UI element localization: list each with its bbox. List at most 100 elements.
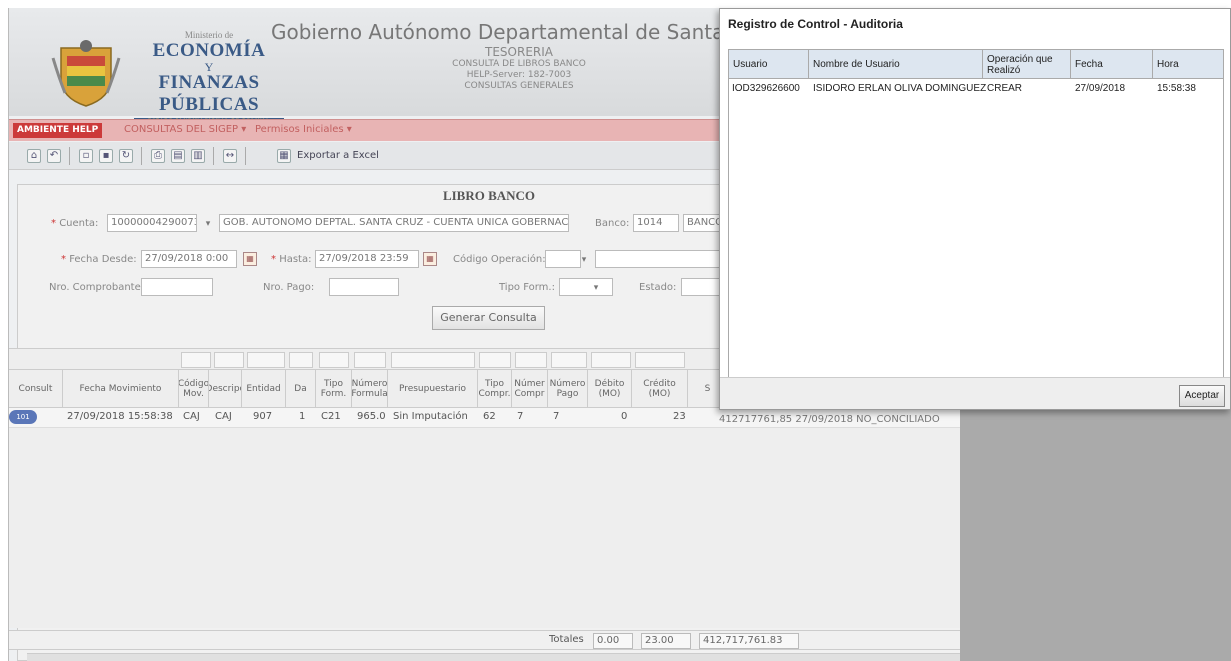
print-icon[interactable]: ⎙ [151,149,165,163]
cell-tipo-compr: 62 [483,411,496,422]
column-header[interactable]: Tipo Form. [316,370,352,408]
table-row[interactable]: 101 27/09/2018 15:58:38 CAJ CAJ 907 1 C2… [9,408,960,428]
home-icon[interactable]: ⌂ [27,149,41,163]
cell-operacion: CREAR [987,83,1023,94]
calendar-icon[interactable]: ▦ [423,252,437,266]
column-header[interactable]: Número Formula [352,370,388,408]
toolbar-separator [245,147,246,165]
column-header[interactable]: Crédito (MO) [632,370,688,408]
toolbar-separator [141,147,142,165]
ministry-line-1: Ministerio de [184,30,234,40]
tipo-form-select[interactable] [559,278,613,296]
filter-box[interactable] [247,352,285,368]
modal-title: Registro de Control - Auditoria [728,17,903,31]
column-header[interactable]: Débito (MO) [588,370,632,408]
total-debito: 0.00 [593,633,633,649]
header-sub-1: TESORERIA [485,45,553,59]
cell-debito: 0 [621,411,628,422]
cell-presupuestario: Sin Imputación [393,411,468,422]
codigo-operacion-label: Código Operación: [453,254,546,265]
filter-box[interactable] [319,352,349,368]
calendar-icon[interactable]: ▦ [243,252,257,266]
column-header[interactable]: Descripc [209,370,242,408]
nro-comprobante-input[interactable] [141,278,213,296]
column-fecha[interactable]: Fecha [1071,50,1153,79]
column-header[interactable]: Da [286,370,316,408]
menu-consultas-sigep[interactable]: CONSULTAS DEL SIGEP ▾ [124,124,246,135]
column-header[interactable]: Número Pago [548,370,588,408]
estado-select[interactable] [681,278,723,296]
cuenta-label: * Cuenta: [51,218,99,229]
cuenta-input[interactable]: 10000004290073 [107,214,197,232]
hasta-input[interactable]: 27/09/2018 23:59 [315,250,419,268]
filter-box[interactable] [479,352,511,368]
new-document-icon[interactable]: ▫ [79,149,93,163]
column-operacion[interactable]: Operación que Realizó [983,50,1071,79]
environment-badge: AMBIENTE HELP [13,123,103,138]
consult-icon[interactable]: 101 [9,410,37,424]
estado-label: Estado: [639,282,677,293]
cell-numero-pago: 7 [553,411,560,422]
filter-box[interactable] [515,352,547,368]
filter-box[interactable] [214,352,244,368]
table-row[interactable]: IOD329626600 ISIDORO ERLAN OLIVA DOMINGU… [729,79,1223,99]
cell-entidad: 907 [253,411,273,422]
filter-box[interactable] [551,352,587,368]
excel-icon[interactable]: ▦ [277,149,291,163]
horizontal-scrollbar[interactable] [27,653,960,661]
filter-box[interactable] [289,352,313,368]
column-header[interactable]: Código Mov. [179,370,209,408]
filter-box[interactable] [181,352,211,368]
accept-button[interactable]: Aceptar [1179,385,1225,407]
fecha-desde-label: * Fecha Desde: [61,254,137,265]
generar-consulta-button[interactable]: Generar Consulta [432,306,545,330]
column-hora[interactable]: Hora [1153,50,1223,79]
nro-pago-input[interactable] [329,278,399,296]
filter-box[interactable] [635,352,685,368]
column-header[interactable]: Presupuestario [388,370,478,408]
audit-table-header: Usuario Nombre de Usuario Operación que … [729,50,1223,79]
column-header[interactable]: Consult [9,370,63,408]
chevron-down-icon[interactable]: ▾ [589,281,603,295]
cell-trailing: 412717761,85 27/09/2018 NO_CONCILIADO [719,414,940,425]
header-sub-4: CONSULTAS GENERALES [464,81,574,91]
column-header[interactable]: Fecha Movimiento [63,370,179,408]
codigo-operacion-select[interactable] [545,250,581,268]
modal-footer: Aceptar [720,377,1230,409]
view-icon[interactable]: ↔ [223,149,237,163]
ministry-line-4: FINANZAS PÚBLICAS [158,72,260,115]
cell-fecha: 27/09/2018 [1075,83,1126,94]
coat-of-arms-icon [51,40,121,107]
menu-permisos-iniciales[interactable]: Permisos Iniciales ▾ [255,124,352,135]
cuenta-dropdown-icon[interactable]: ▾ [201,217,215,231]
toolbar-separator [69,147,70,165]
pdf-icon[interactable]: ▤ [171,149,185,163]
save-icon[interactable]: ▪ [99,149,113,163]
totals-label: Totales [549,634,584,645]
filter-box[interactable] [391,352,475,368]
column-nombre-usuario[interactable]: Nombre de Usuario [809,50,983,79]
nro-comprobante-label: Nro. Comprobante: [49,282,145,293]
banco-label: Banco: [595,218,630,229]
fecha-desde-input[interactable]: 27/09/2018 0:00 [141,250,237,268]
filter-box[interactable] [591,352,631,368]
cuenta-description: GOB. AUTONOMO DEPTAL. SANTA CRUZ - CUENT… [219,214,569,232]
ministry-line-3: Y [204,60,214,74]
header-sub-3: HELP-Server: 182-7003 [466,70,572,80]
back-icon[interactable]: ↶ [47,149,61,163]
cell-descripcion: CAJ [215,411,232,422]
cell-tipo-form: C21 [321,411,341,422]
preview-icon[interactable]: ▥ [191,149,205,163]
filter-box[interactable] [354,352,386,368]
export-excel-button[interactable]: Exportar a Excel [297,150,379,161]
chevron-down-icon[interactable]: ▾ [577,253,591,267]
ministry-line-2: ECONOMÍA [152,40,266,61]
cell-hora: 15:58:38 [1157,83,1196,94]
column-header[interactable]: Entidad [242,370,286,408]
refresh-icon[interactable]: ↻ [119,149,133,163]
cell-fecha: 27/09/2018 15:58:38 [67,411,173,422]
nro-pago-label: Nro. Pago: [263,282,315,293]
column-usuario[interactable]: Usuario [729,50,809,79]
column-header[interactable]: Tipo Compr. [478,370,512,408]
column-header[interactable]: Númer Compr [512,370,548,408]
